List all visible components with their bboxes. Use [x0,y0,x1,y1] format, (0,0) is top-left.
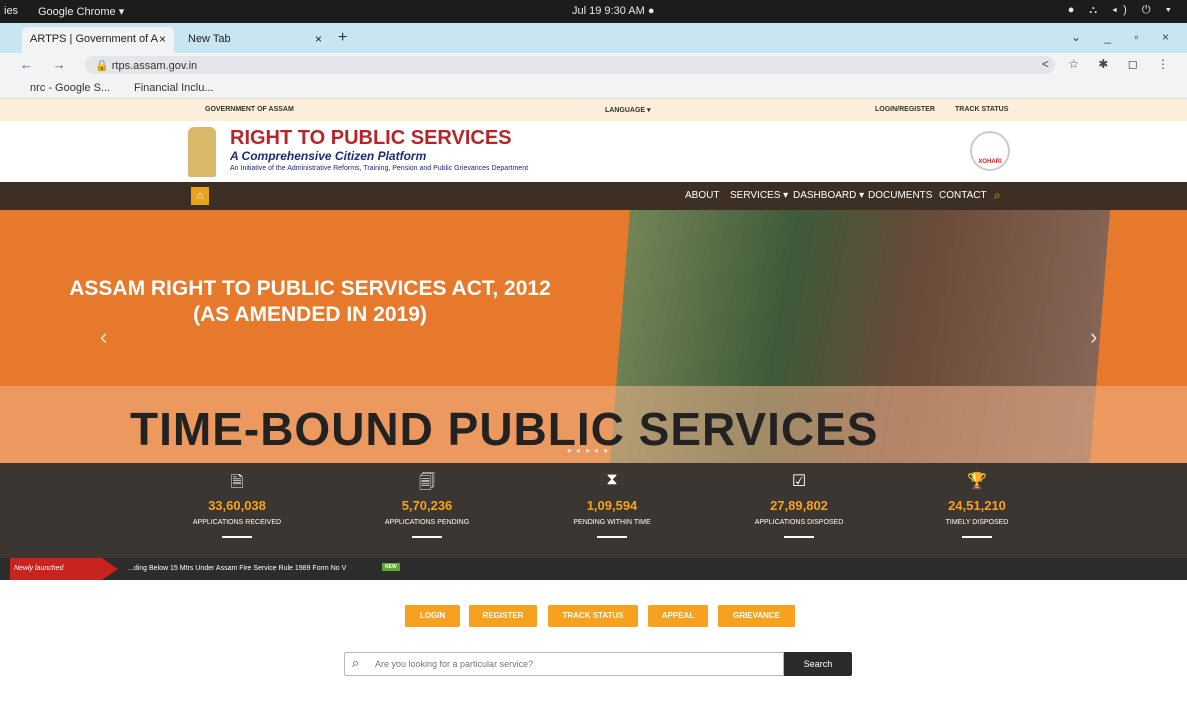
nav-contact[interactable]: CONTACT [939,190,987,201]
main-nav: ⌂ ABOUT SERVICES ▾ DASHBOARD ▾ DOCUMENTS… [0,182,1187,210]
ticker-label: Newly launched [10,558,118,580]
activities-label[interactable]: ies [4,5,18,17]
hourglass-icon: ⧗ [606,471,618,488]
nav-dashboard[interactable]: DASHBOARD ▾ [793,190,864,201]
bookmarks-bar: nrc - Google S... Financial Inclu... [0,77,1187,99]
grievance-button[interactable]: GRIEVANCE [718,605,795,627]
stat-received: 🗎 33,60,038 APPLICATIONS RECEIVED [157,471,317,538]
track-status-button[interactable]: TRACK STATUS [548,605,638,627]
news-ticker: Newly launched ...ding Below 15 Mtrs Und… [0,558,1187,580]
ticker-text[interactable]: ...ding Below 15 Mtrs Under Assam Fire S… [128,565,346,572]
carousel-dots[interactable]: ● ● ● ● ● [567,446,609,455]
gov-label: GOVERNMENT OF ASSAM [205,106,294,113]
emblem-icon [188,127,216,177]
new-badge: NEW [382,563,400,571]
pending-document-icon: 🗐 [419,474,435,491]
hero-banner: TIME-BOUND PUBLIC SERVICES [130,403,879,455]
gov-strip: GOVERNMENT OF ASSAM LANGUAGE ▾ LOGIN/REG… [0,99,1187,121]
tab-artps[interactable]: ARTPS | Government of A × [22,27,174,53]
close-icon[interactable]: × [315,32,322,46]
toolbar-icons[interactable]: < ☆ ✱ ◻ ⋮ [1042,57,1177,71]
home-icon[interactable]: ⌂ [191,187,209,205]
carousel-next[interactable]: › [1090,324,1097,350]
clock[interactable]: Jul 19 9:30 AM ● [572,5,654,17]
window-controls[interactable]: ⌄ _ ▫ × [1071,30,1179,44]
search-icon[interactable]: ⌕ [994,188,1001,203]
stats-bar: 🗎 33,60,038 APPLICATIONS RECEIVED 🗐 5,70… [0,463,1187,558]
checkbox-icon: ☑ [791,473,807,490]
stat-disposed: ☑ 27,89,802 APPLICATIONS DISPOSED [719,471,879,538]
stat-timely: 🏆 24,51,210 TIMELY DISPOSED [897,471,1057,538]
hero-headline: ASSAM RIGHT TO PUBLIC SERVICES ACT, 2012… [69,277,551,326]
tab-bar: ARTPS | Government of A × New Tab × + ⌄ … [0,23,1187,53]
stat-within-time: ⧗ 1,09,594 PENDING WITHIN TIME [532,471,692,538]
app-menu[interactable]: Google Chrome ▾ [38,5,124,18]
new-tab-button[interactable]: + [338,29,347,47]
nav-documents[interactable]: DOCUMENTS [868,190,932,201]
system-tray[interactable]: ● ⛬ ◂) ⏻ ▾ [1068,4,1177,17]
login-button[interactable]: LOGIN [405,605,460,627]
site-tagline: A Comprehensive Citizen Platform [230,149,427,163]
tab-new[interactable]: New Tab × [180,27,330,53]
bookmark-item[interactable]: Financial Inclu... [134,82,213,94]
trophy-icon: 🏆 [967,473,987,490]
appeal-button[interactable]: APPEAL [648,605,708,627]
os-topbar: ies Google Chrome ▾ Jul 19 9:30 AM ● ● ⛬… [0,0,1187,23]
login-register-link[interactable]: LOGIN/REGISTER [875,106,935,113]
close-icon[interactable]: × [159,32,166,46]
site-subtitle: An Initiative of the Administrative Refo… [230,165,529,172]
tab-label: ARTPS | Government of A [30,33,158,45]
document-icon: 🗎 [230,474,244,491]
site-title[interactable]: RIGHT TO PUBLIC SERVICES [230,127,512,150]
url-field[interactable]: 🔒 rtps.assam.gov.in [85,56,1055,74]
xohari-logo: XOHARI [970,131,1010,171]
stat-pending: 🗐 5,70,236 APPLICATIONS PENDING [347,471,507,538]
track-status-link[interactable]: TRACK STATUS [955,106,1008,113]
quick-actions: LOGIN REGISTER TRACK STATUS APPEAL GRIEV… [0,580,1187,702]
search-icon: ⌕ [352,655,360,670]
bookmark-item[interactable]: nrc - Google S... [30,82,110,94]
register-button[interactable]: REGISTER [469,605,537,627]
address-bar: ← → C 🔒 rtps.assam.gov.in < ☆ ✱ ◻ ⋮ [0,53,1187,77]
tab-label: New Tab [188,33,231,45]
carousel-prev[interactable]: ‹ [100,324,107,350]
hero-carousel: ASSAM RIGHT TO PUBLIC SERVICES ACT, 2012… [0,210,1187,463]
site-header: RIGHT TO PUBLIC SERVICES A Comprehensive… [0,121,1187,182]
service-search-input[interactable]: Are you looking for a particular service… [344,652,784,676]
nav-about[interactable]: ABOUT [685,190,719,201]
language-dropdown[interactable]: LANGUAGE ▾ [605,106,651,114]
nav-services[interactable]: SERVICES ▾ [730,190,788,201]
search-button[interactable]: Search [784,652,852,676]
